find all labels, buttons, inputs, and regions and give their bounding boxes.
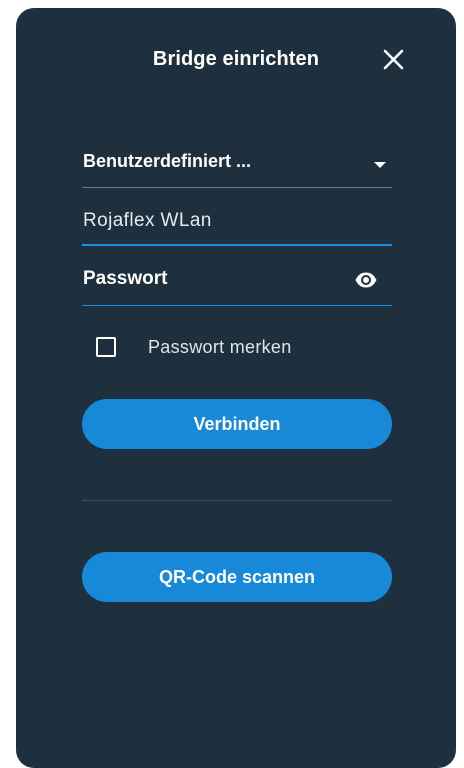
ssid-input-value: Rojaflex WLan	[83, 210, 212, 231]
divider	[82, 500, 392, 501]
eye-icon	[355, 272, 377, 288]
scan-qr-code-button[interactable]: QR-Code scannen	[82, 552, 392, 602]
toggle-password-visibility-button[interactable]	[354, 270, 378, 290]
bridge-setup-dialog: Bridge einrichten Benutzerdefiniert ... …	[16, 8, 456, 768]
dropdown-arrow-icon	[374, 162, 386, 168]
network-select[interactable]: Benutzerdefiniert ...	[82, 142, 392, 188]
remember-password-row[interactable]: Passwort merken	[96, 332, 396, 362]
password-input[interactable]: Passwort	[82, 260, 392, 306]
password-placeholder: Passwort	[83, 268, 168, 289]
connect-button[interactable]: Verbinden	[82, 399, 392, 449]
close-icon	[383, 49, 404, 70]
network-select-value: Benutzerdefiniert ...	[83, 151, 252, 171]
remember-password-checkbox[interactable]	[96, 337, 116, 357]
dialog-header: Bridge einrichten	[16, 8, 456, 112]
close-button[interactable]	[376, 46, 410, 74]
ssid-input[interactable]: Rojaflex WLan	[82, 202, 392, 246]
remember-password-label: Passwort merken	[148, 337, 292, 357]
